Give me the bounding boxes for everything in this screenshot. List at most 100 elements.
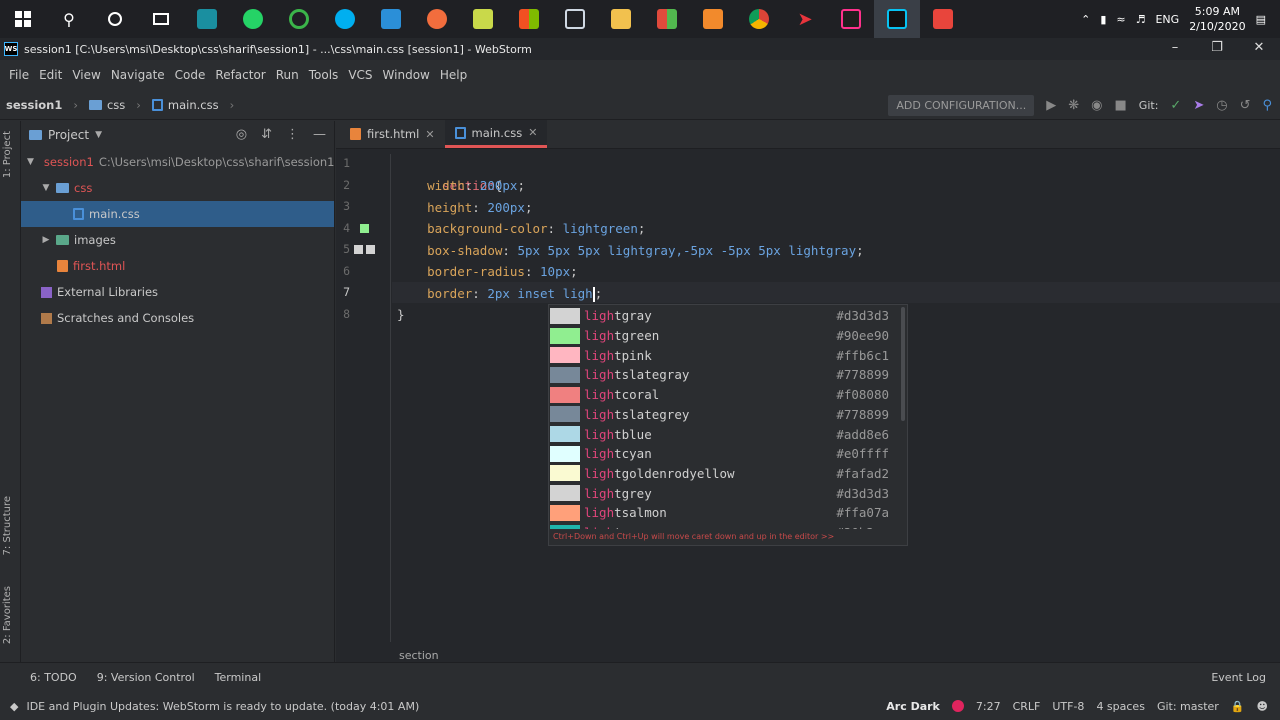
menu-help[interactable]: Help <box>435 68 472 82</box>
task-view-icon[interactable] <box>138 0 184 38</box>
menu-vcs[interactable]: VCS <box>343 68 377 82</box>
wifi-icon[interactable]: ≈ <box>1116 13 1125 26</box>
history-icon[interactable]: ◷ <box>1216 98 1227 113</box>
sublime-icon[interactable] <box>690 0 736 38</box>
breadcrumb-css[interactable]: css <box>107 98 125 112</box>
completion-item[interactable]: lightcoral #f08080 <box>549 385 907 405</box>
volume-icon[interactable]: ♬ <box>1136 13 1146 26</box>
lock-icon[interactable]: 🔒 <box>1231 700 1245 713</box>
vcs-update-icon[interactable]: ✓ <box>1170 98 1181 113</box>
office-icon[interactable] <box>506 0 552 38</box>
search-icon[interactable]: ⚲ <box>46 0 92 38</box>
search-everywhere-icon[interactable]: ⚲ <box>1262 98 1272 113</box>
menu-view[interactable]: View <box>67 68 105 82</box>
close-tab-icon[interactable]: ✕ <box>425 128 434 141</box>
close-tab-icon[interactable]: ✕ <box>528 126 537 139</box>
event-log-button[interactable]: Event Log <box>1211 671 1266 684</box>
app-red-icon[interactable]: ➤ <box>782 0 828 38</box>
whatsapp-icon[interactable] <box>230 0 276 38</box>
completion-item[interactable]: lightblue #add8e6 <box>549 424 907 444</box>
completion-item[interactable]: lightgray #d3d3d3 <box>549 306 907 326</box>
expand-arrow-icon[interactable]: ▼ <box>27 157 34 167</box>
menu-refactor[interactable]: Refactor <box>210 68 270 82</box>
project-tool-tab[interactable]: 1: Project <box>2 131 13 178</box>
structure-tool-tab[interactable]: 7: Structure <box>2 496 13 555</box>
popup-scrollbar[interactable] <box>901 307 905 421</box>
completion-item[interactable]: lightsalmon #ffa07a <box>549 503 907 523</box>
add-configuration-button[interactable]: ADD CONFIGURATION... <box>888 94 1035 116</box>
theme-indicator[interactable]: Arc Dark <box>886 700 940 713</box>
completion-item[interactable]: lightgoldenrodyellow #fafad2 <box>549 464 907 484</box>
collapse-all-icon[interactable]: ⇵ <box>261 127 272 142</box>
app-grid-icon[interactable] <box>644 0 690 38</box>
completion-item[interactable]: lightcyan #e0ffff <box>549 444 907 464</box>
tab-main-css[interactable]: main.css ✕ <box>444 120 548 148</box>
menu-run[interactable]: Run <box>271 68 304 82</box>
file-explorer-icon[interactable] <box>598 0 644 38</box>
favorites-tool-tab[interactable]: 2: Favorites <box>2 586 13 644</box>
battery-icon[interactable]: ▮ <box>1100 13 1106 26</box>
options-icon[interactable]: ⋮ <box>286 127 299 142</box>
notification-icon[interactable]: ▤ <box>1256 13 1266 26</box>
coverage-icon[interactable]: ◉ <box>1091 98 1102 113</box>
run-icon[interactable]: ▶ <box>1046 98 1056 113</box>
close-button[interactable]: ✕ <box>1238 38 1280 60</box>
completion-item[interactable]: lightgrey #d3d3d3 <box>549 483 907 503</box>
webstorm-icon[interactable] <box>874 0 920 38</box>
completion-item[interactable]: lightslategray #778899 <box>549 365 907 385</box>
locate-icon[interactable]: ◎ <box>236 127 247 142</box>
vscode-icon[interactable] <box>368 0 414 38</box>
tree-item-session1[interactable]: ▼ session1 C:\Users\msi\Desktop\css\shar… <box>21 149 334 175</box>
restore-button[interactable]: ❐ <box>1196 38 1238 60</box>
color-swatch-icon[interactable] <box>366 245 375 254</box>
app-red-2-icon[interactable] <box>920 0 966 38</box>
version-control-tool-tab[interactable]: 9: Version Control <box>97 671 195 684</box>
vcs-push-icon[interactable]: ➤ <box>1193 98 1204 113</box>
tree-item-scratches[interactable]: Scratches and Consoles <box>21 305 334 331</box>
menu-navigate[interactable]: Navigate <box>106 68 170 82</box>
editor-breadcrumb[interactable]: section <box>399 649 439 662</box>
file-encoding[interactable]: UTF-8 <box>1052 700 1084 713</box>
windows-start-icon[interactable] <box>0 0 46 38</box>
clock[interactable]: 5:09 AM 2/10/2020 <box>1189 4 1245 34</box>
menu-window[interactable]: Window <box>378 68 435 82</box>
skype-icon[interactable] <box>322 0 368 38</box>
notes-icon[interactable] <box>460 0 506 38</box>
git-branch[interactable]: Git: master <box>1157 700 1219 713</box>
menu-edit[interactable]: Edit <box>34 68 67 82</box>
expand-arrow-icon[interactable]: ▶ <box>41 235 51 245</box>
chrome-icon[interactable] <box>736 0 782 38</box>
tree-item-images[interactable]: ▶ images <box>21 227 334 253</box>
hide-panel-icon[interactable]: — <box>313 127 326 142</box>
menu-code[interactable]: Code <box>170 68 211 82</box>
tree-item-main-css[interactable]: main.css <box>21 201 334 227</box>
edge-icon[interactable] <box>184 0 230 38</box>
completion-item[interactable]: lightslategrey #778899 <box>549 405 907 425</box>
stop-icon[interactable]: ■ <box>1115 98 1127 113</box>
chevron-up-icon[interactable]: ⌃ <box>1081 13 1090 26</box>
debug-icon[interactable]: ❋ <box>1068 98 1079 113</box>
completion-item[interactable]: lightgreen #90ee90 <box>549 326 907 346</box>
line-separator[interactable]: CRLF <box>1013 700 1041 713</box>
tree-item-first-html[interactable]: first.html <box>21 253 334 279</box>
color-swatch-icon[interactable] <box>360 224 369 233</box>
language-indicator[interactable]: ENG <box>1155 13 1179 26</box>
app-orange-icon[interactable] <box>414 0 460 38</box>
color-swatch-icon[interactable] <box>354 245 363 254</box>
menu-tools[interactable]: Tools <box>304 68 344 82</box>
expand-arrow-icon[interactable]: ▼ <box>41 183 51 193</box>
rollback-icon[interactable]: ↺ <box>1240 98 1251 113</box>
tab-first-html[interactable]: first.html ✕ <box>340 120 445 148</box>
chevron-down-icon[interactable]: ▼ <box>95 130 102 140</box>
3d-viewer-icon[interactable] <box>552 0 598 38</box>
todo-tool-tab[interactable]: 6: TODO <box>30 671 77 684</box>
terminal-tool-tab[interactable]: Terminal <box>215 671 262 684</box>
app-green-icon[interactable] <box>276 0 322 38</box>
caret-position[interactable]: 7:27 <box>976 700 1001 713</box>
status-message[interactable]: IDE and Plugin Updates: WebStorm is read… <box>26 700 419 713</box>
intellij-icon[interactable] <box>828 0 874 38</box>
tree-item-css[interactable]: ▼ css <box>21 175 334 201</box>
minimize-button[interactable]: – <box>1154 38 1196 60</box>
project-view-selector[interactable]: Project <box>48 128 89 142</box>
breadcrumb-file[interactable]: main.css <box>168 98 219 112</box>
